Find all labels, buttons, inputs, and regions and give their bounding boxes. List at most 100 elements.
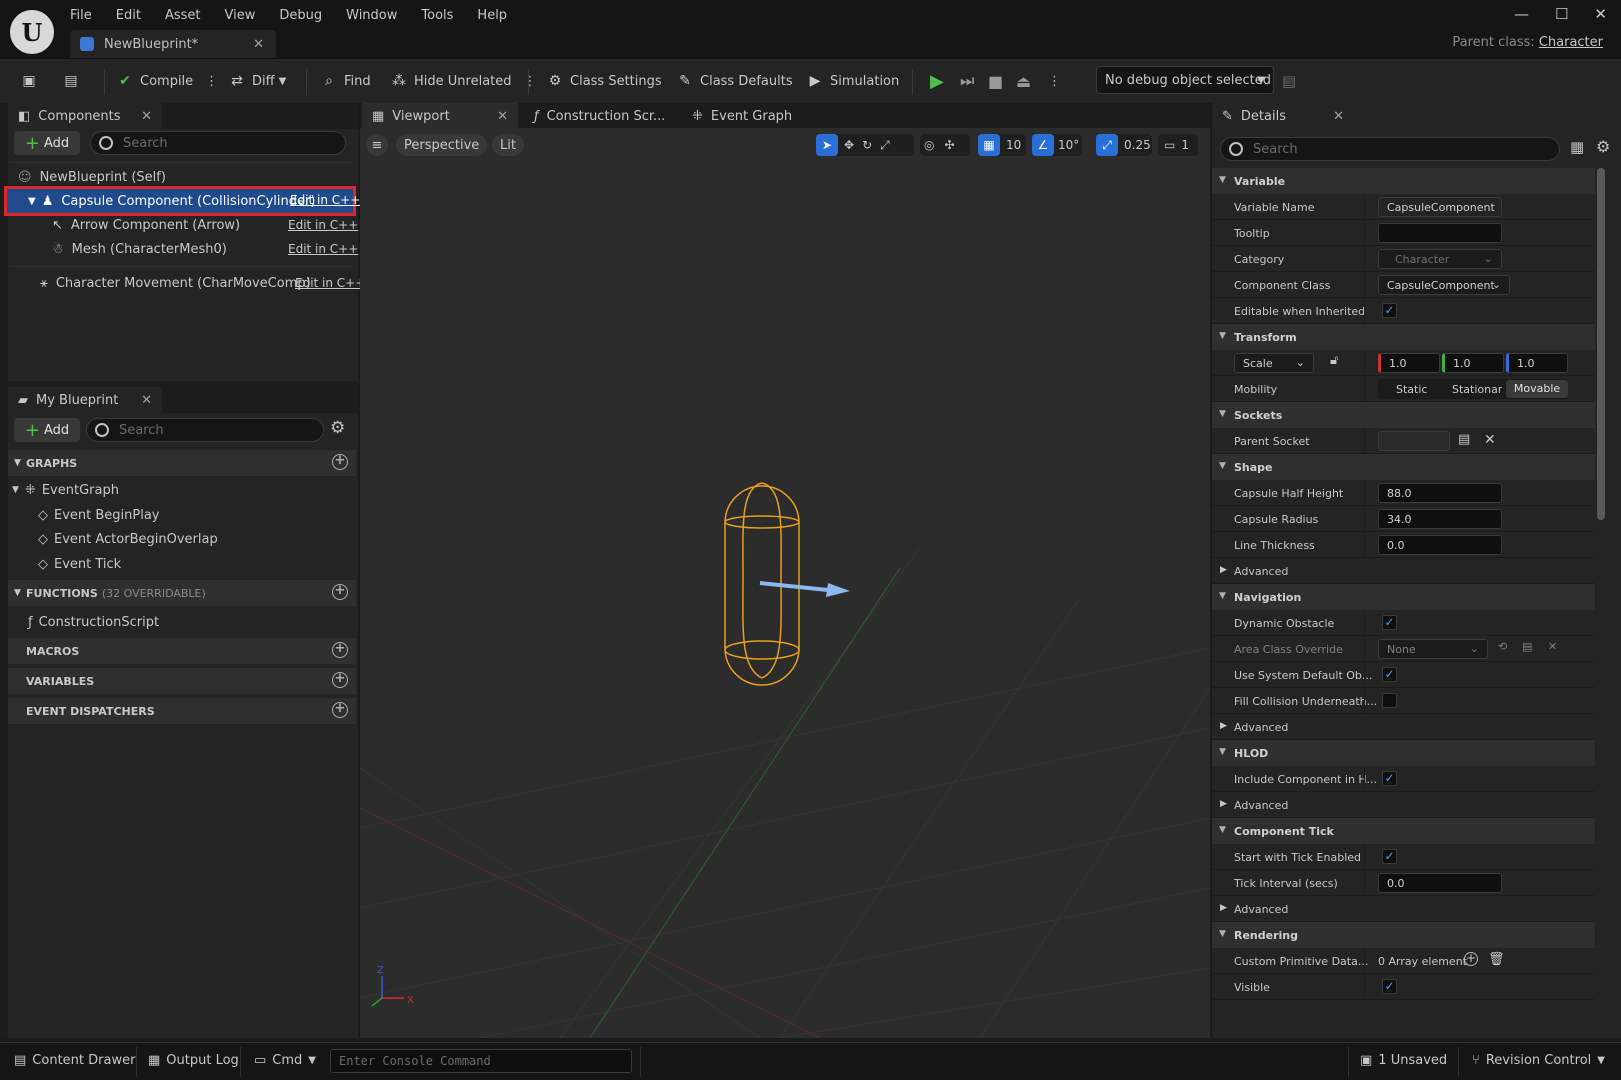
component-item-mesh[interactable]: ☃ Mesh (CharacterMesh0): [52, 238, 227, 260]
line-thickness-input[interactable]: 0.0: [1378, 535, 1502, 555]
add-macro-icon[interactable]: +: [332, 642, 348, 658]
visible-checkbox[interactable]: ✓: [1382, 979, 1397, 994]
scale-mode-select[interactable]: Scale ⌄: [1234, 353, 1314, 373]
scale-z-input[interactable]: 1.0: [1506, 353, 1568, 373]
table-view-icon[interactable]: ▦: [1570, 138, 1584, 156]
gear-icon[interactable]: ⚙: [1596, 137, 1610, 156]
rotation-snap-tool[interactable]: ∠ 10°: [1032, 134, 1082, 156]
lock-icon[interactable]: 🔓︎: [1330, 353, 1338, 368]
menu-help[interactable]: Help: [477, 5, 519, 26]
add-event-dispatcher-icon[interactable]: +: [332, 702, 348, 718]
details-search-input[interactable]: Search: [1220, 137, 1560, 161]
component-class-select[interactable]: CapsuleComponent ⌄: [1378, 275, 1510, 295]
browse-icon[interactable]: ▤: [1522, 640, 1532, 653]
console-input[interactable]: Enter Console Command: [330, 1049, 632, 1073]
close-icon[interactable]: ✕: [253, 37, 264, 52]
navigation-category[interactable]: ▼ Navigation: [1212, 584, 1595, 610]
dynamic-obstacle-checkbox[interactable]: ✓: [1382, 615, 1397, 630]
menu-tools[interactable]: Tools: [421, 5, 465, 26]
gear-icon[interactable]: ⚙: [330, 418, 345, 438]
add-member-button[interactable]: + Add: [14, 418, 80, 442]
step-button[interactable]: ⏭: [960, 68, 974, 94]
navigation-advanced-row[interactable]: ▶ Advanced: [1212, 714, 1595, 740]
tab-my-blueprint[interactable]: ▰ My Blueprint ✕: [8, 387, 162, 413]
my-blueprint-search-input[interactable]: Search: [86, 418, 324, 442]
viewport-options-button[interactable]: ≡: [366, 134, 388, 156]
close-icon[interactable]: ✕: [141, 393, 152, 408]
event-item[interactable]: ◇ Event BeginPlay: [38, 504, 160, 526]
capsule-half-height-input[interactable]: 88.0: [1378, 483, 1502, 503]
add-function-icon[interactable]: +: [332, 584, 348, 600]
browse-icon[interactable]: ▤: [1458, 432, 1470, 447]
event-dispatchers-section[interactable]: EVENT DISPATCHERS +: [8, 698, 356, 724]
rendering-category[interactable]: ▼ Rendering: [1212, 922, 1595, 948]
more-options-icon[interactable]: ⋮: [524, 74, 537, 89]
include-component-checkbox[interactable]: ✓: [1382, 771, 1397, 786]
select-tool-icon[interactable]: ➤: [816, 134, 838, 156]
parent-socket-input[interactable]: [1378, 431, 1450, 451]
more-options-icon[interactable]: ⋮: [205, 74, 218, 89]
fill-collision-checkbox[interactable]: [1382, 693, 1397, 708]
tick-interval-input[interactable]: 0.0: [1378, 873, 1502, 893]
scale-y-input[interactable]: 1.0: [1442, 353, 1504, 373]
transform-category[interactable]: ▼ Transform: [1212, 324, 1595, 350]
unsaved-button[interactable]: ▣ 1 Unsaved: [1360, 1053, 1447, 1068]
menu-asset[interactable]: Asset: [165, 5, 213, 26]
hide-unrelated-button[interactable]: ⁂ Hide Unrelated ⋮: [390, 68, 537, 94]
event-graph-item[interactable]: ▼ ⁜ EventGraph: [12, 479, 119, 501]
menu-view[interactable]: View: [225, 5, 268, 26]
play-options-button[interactable]: ⋮: [1048, 68, 1061, 94]
capsule-radius-input[interactable]: 34.0: [1378, 509, 1502, 529]
reset-icon[interactable]: ⟲: [1498, 640, 1507, 653]
menu-debug[interactable]: Debug: [279, 5, 334, 26]
mobility-static-button[interactable]: Static: [1396, 383, 1427, 396]
components-search-input[interactable]: Search: [90, 131, 346, 155]
play-button[interactable]: ▶: [930, 68, 944, 94]
debug-object-select[interactable]: No debug object selected ▼: [1096, 66, 1274, 94]
variable-name-input[interactable]: CapsuleComponent: [1378, 197, 1502, 217]
event-item[interactable]: ◇ Event ActorBeginOverlap: [38, 528, 218, 550]
hlod-advanced-row[interactable]: ▶ Advanced: [1212, 792, 1595, 818]
shape-advanced-row[interactable]: ▶ Advanced: [1212, 558, 1595, 584]
content-drawer-button[interactable]: ▤ Content Drawer: [14, 1053, 135, 1068]
scale-snap-tool[interactable]: ⤢ 0.25: [1096, 134, 1152, 156]
save-button[interactable]: ▣: [20, 68, 44, 94]
sockets-category[interactable]: ▼ Sockets: [1212, 402, 1595, 428]
add-variable-icon[interactable]: +: [332, 672, 348, 688]
menu-edit[interactable]: Edit: [116, 5, 153, 26]
move-tool-icon[interactable]: ✥: [844, 138, 854, 152]
tab-components[interactable]: ◧ Components ✕: [8, 103, 162, 129]
close-icon[interactable]: ✕: [141, 109, 152, 124]
shape-category[interactable]: ▼ Shape: [1212, 454, 1595, 480]
compile-button[interactable]: ✔ Compile ⋮: [116, 68, 218, 94]
tab-event-graph[interactable]: ⁜ Event Graph: [682, 103, 822, 129]
component-item-capsule[interactable]: ▼ ♟ Capsule Component (CollisionCylinder): [28, 190, 315, 212]
tab-details[interactable]: ✎ Details ✕: [1212, 103, 1354, 129]
component-item-character-movement[interactable]: ⚹ Character Movement (CharMoveComp): [40, 272, 311, 294]
macros-section[interactable]: MACROS +: [8, 638, 356, 664]
tab-construction-script[interactable]: ƒ Construction Scr...: [524, 103, 674, 129]
menu-file[interactable]: File: [70, 5, 104, 26]
tick-advanced-row[interactable]: ▶ Advanced: [1212, 896, 1595, 922]
edit-in-cpp-link[interactable]: Edit in C++: [288, 218, 358, 232]
functions-section[interactable]: ▼ FUNCTIONS (32 OVERRIDABLE) +: [8, 580, 356, 606]
diff-button[interactable]: ⇄ Diff ▼: [228, 68, 286, 94]
cmd-select[interactable]: ▭ Cmd ▼: [254, 1053, 316, 1068]
grid-snap-tool[interactable]: ▦ 10: [978, 134, 1026, 156]
use-system-default-checkbox[interactable]: ✓: [1382, 667, 1397, 682]
edit-in-cpp-link[interactable]: Edit in C++: [290, 193, 360, 207]
editable-inherited-checkbox[interactable]: ✓: [1382, 303, 1397, 318]
clear-icon[interactable]: ✕: [1484, 432, 1496, 448]
camera-speed-tool[interactable]: ▭ 1: [1158, 134, 1198, 156]
collapse-arrow-icon[interactable]: ▼: [28, 196, 36, 207]
document-tab[interactable]: NewBlueprint* ✕: [70, 30, 276, 58]
trash-icon[interactable]: 🗑︎: [1488, 952, 1505, 967]
clear-icon[interactable]: ✕: [1548, 640, 1557, 653]
output-log-button[interactable]: ▦ Output Log: [148, 1053, 239, 1068]
add-element-icon[interactable]: +: [1464, 952, 1478, 966]
close-icon[interactable]: ✕: [1333, 109, 1344, 124]
viewport[interactable]: X Z ≡ Perspective Lit ➤ ✥ ↻ ⤢ ◎ ✣ ▦ 10 ∠…: [360, 128, 1210, 1038]
component-item-arrow[interactable]: ↖ Arrow Component (Arrow): [52, 214, 240, 236]
details-scrollbar[interactable]: [1597, 168, 1605, 520]
eject-button[interactable]: ⏏: [1016, 68, 1031, 94]
